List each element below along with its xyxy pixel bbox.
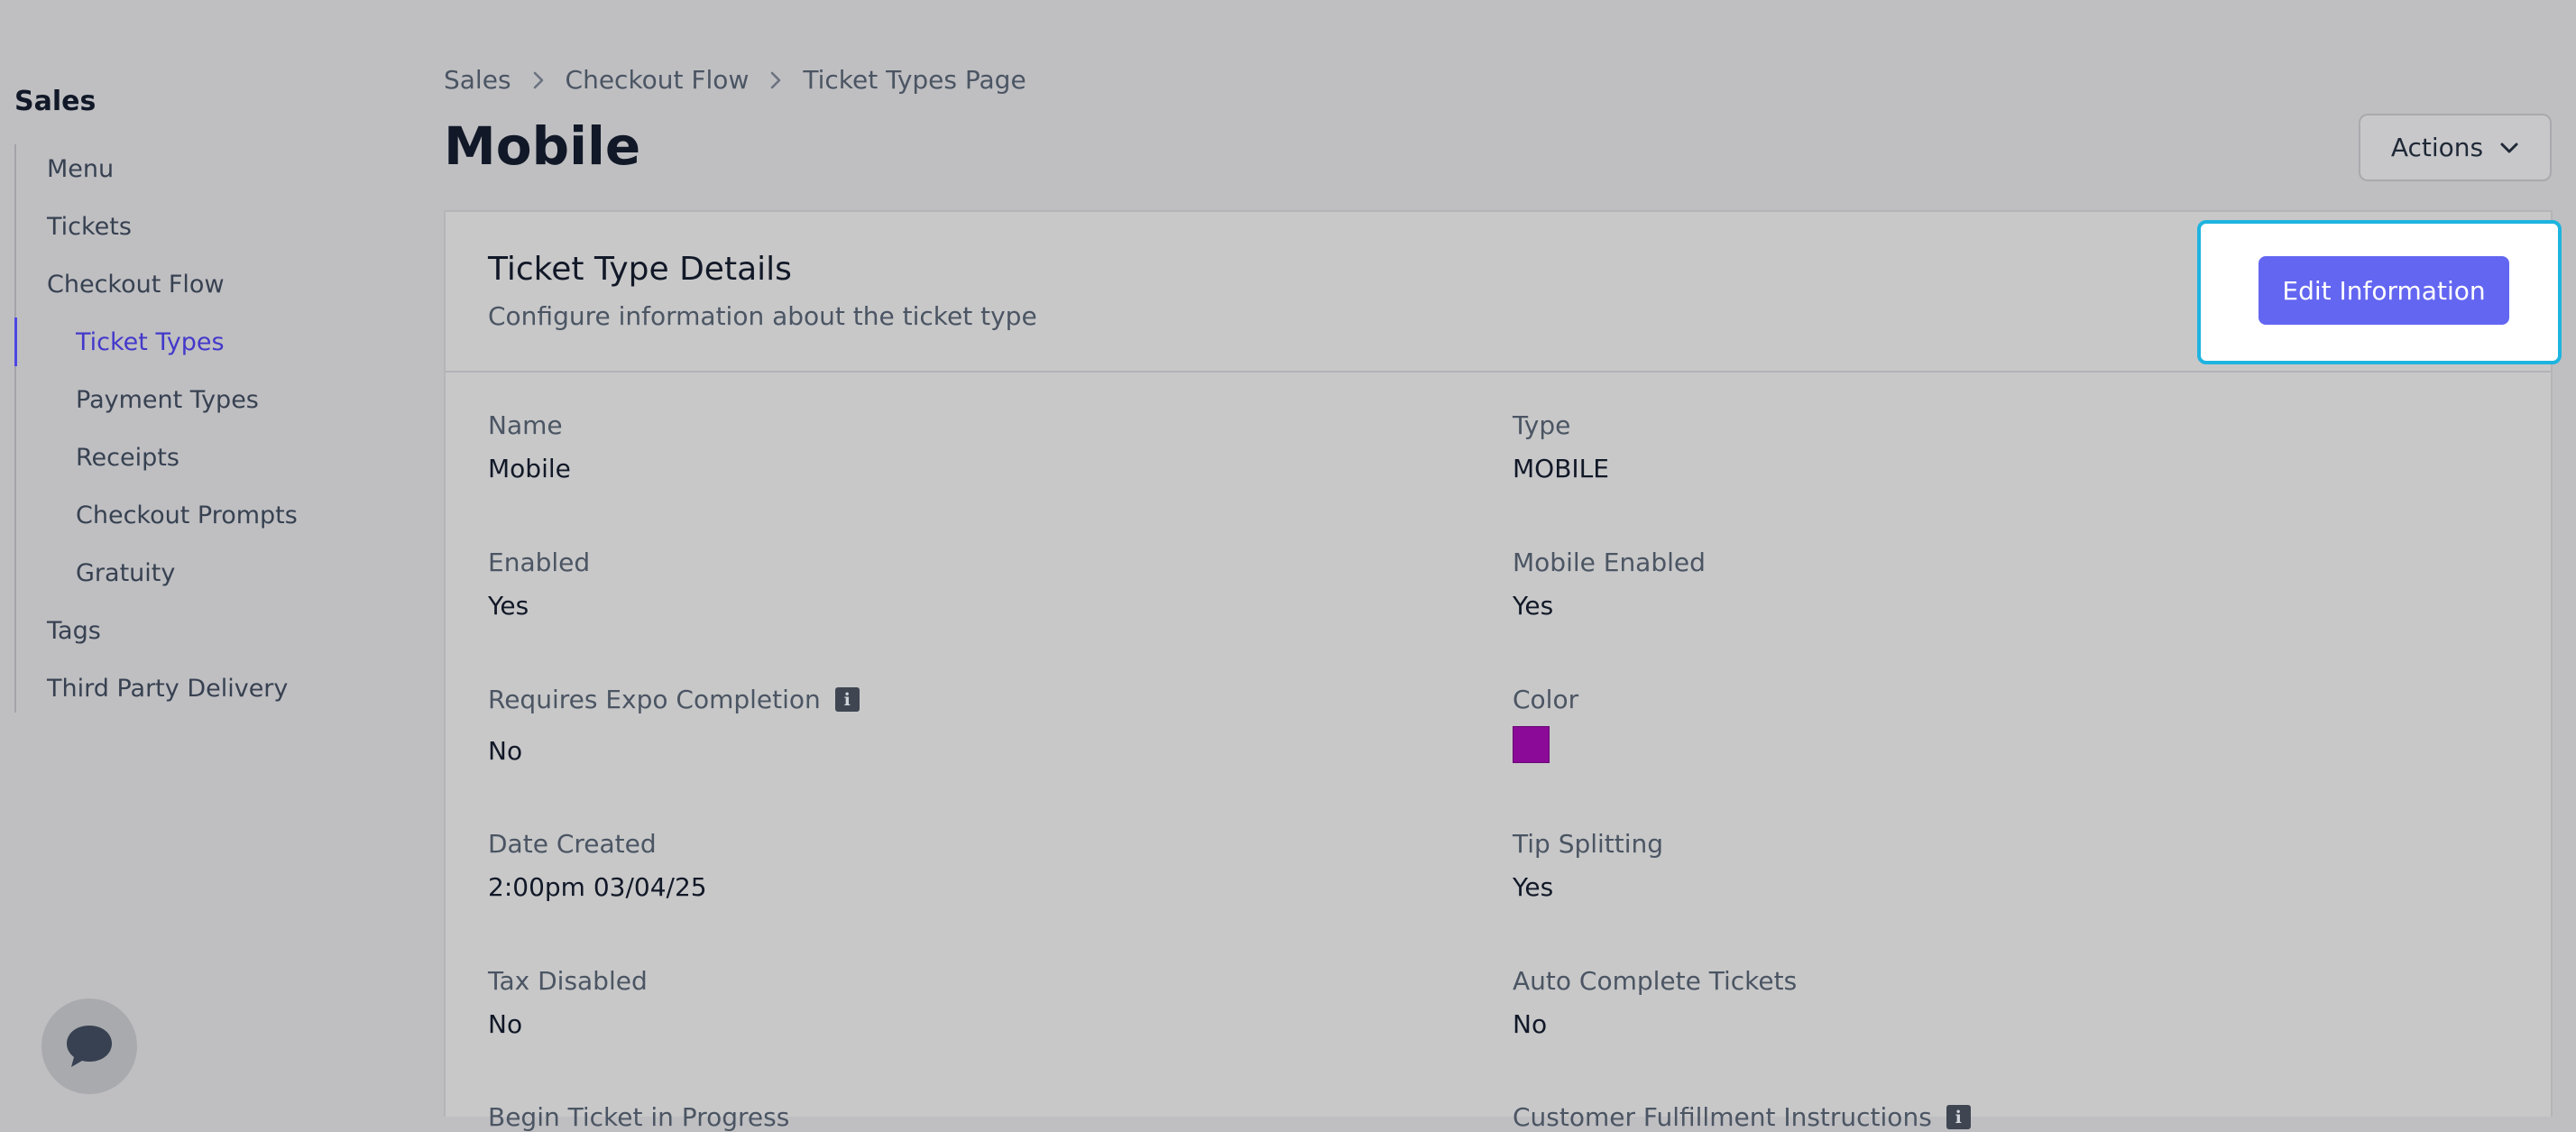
field-label-name: Name bbox=[488, 410, 563, 440]
sidebar-item-menu[interactable]: Menu bbox=[47, 155, 114, 183]
field-label-color: Color bbox=[1513, 685, 1579, 714]
page-title: Mobile bbox=[444, 115, 641, 177]
field-value-type: MOBILE bbox=[1513, 454, 1609, 483]
sidebar-item-checkout-flow[interactable]: Checkout Flow bbox=[47, 271, 225, 299]
field-label-begin-in-progress: Begin Ticket in Progress bbox=[488, 1102, 790, 1132]
breadcrumb-checkout-flow[interactable]: Checkout Flow bbox=[566, 65, 750, 95]
field-label-tip-splitting: Tip Splitting bbox=[1513, 829, 1664, 859]
color-swatch bbox=[1513, 726, 1550, 763]
field-value-enabled: Yes bbox=[488, 591, 529, 621]
sidebar-item-receipts[interactable]: Receipts bbox=[76, 444, 179, 472]
field-label-requires-expo: Requires Expo Completion i bbox=[488, 685, 860, 714]
customer-fulfillment-label-text: Customer Fulfillment Instructions bbox=[1513, 1102, 1932, 1132]
field-label-date-created: Date Created bbox=[488, 829, 657, 859]
field-value-name: Mobile bbox=[488, 454, 571, 483]
sidebar-item-tags[interactable]: Tags bbox=[47, 617, 101, 645]
sidebar-item-gratuity[interactable]: Gratuity bbox=[76, 559, 175, 587]
field-value-date-created: 2:00pm 03/04/25 bbox=[488, 872, 707, 902]
edit-information-button[interactable]: Edit Information bbox=[2259, 256, 2509, 325]
sidebar-item-tickets[interactable]: Tickets bbox=[47, 213, 132, 241]
field-value-tip-splitting: Yes bbox=[1513, 872, 1554, 902]
field-value-requires-expo: No bbox=[488, 736, 523, 766]
field-value-mobile-enabled: Yes bbox=[1513, 591, 1554, 621]
requires-expo-label-text: Requires Expo Completion bbox=[488, 685, 821, 714]
sidebar-item-third-party-delivery[interactable]: Third Party Delivery bbox=[47, 675, 288, 703]
sidebar: Sales Menu Tickets Checkout Flow Ticket … bbox=[0, 0, 424, 1117]
breadcrumb: Sales Checkout Flow Ticket Types Page bbox=[444, 65, 1026, 95]
chevron-down-icon bbox=[2500, 143, 2518, 152]
chat-bubble-icon bbox=[67, 1026, 112, 1067]
breadcrumb-ticket-types-page[interactable]: Ticket Types Page bbox=[803, 65, 1026, 95]
field-label-tax-disabled: Tax Disabled bbox=[488, 966, 648, 996]
card-title: Ticket Type Details bbox=[488, 251, 792, 288]
field-label-enabled: Enabled bbox=[488, 548, 591, 577]
field-label-customer-fulfillment: Customer Fulfillment Instructions i bbox=[1513, 1102, 1971, 1132]
sidebar-item-ticket-types[interactable]: Ticket Types bbox=[76, 328, 225, 356]
sidebar-title: Sales bbox=[14, 86, 97, 117]
actions-button[interactable]: Actions bbox=[2359, 114, 2552, 181]
field-value-tax-disabled: No bbox=[488, 1009, 523, 1039]
card-subtitle: Configure information about the ticket t… bbox=[488, 301, 1037, 331]
sidebar-nav: Menu Tickets Checkout Flow Ticket Types … bbox=[14, 144, 375, 713]
info-icon[interactable]: i bbox=[1946, 1105, 1971, 1129]
field-value-auto-complete: No bbox=[1513, 1009, 1548, 1039]
actions-label: Actions bbox=[2390, 133, 2484, 162]
chevron-right-icon bbox=[749, 70, 803, 90]
sidebar-item-payment-types[interactable]: Payment Types bbox=[76, 386, 259, 414]
chevron-right-icon bbox=[511, 70, 566, 90]
chat-button[interactable] bbox=[41, 999, 137, 1094]
field-label-type: Type bbox=[1513, 410, 1571, 440]
breadcrumb-sales[interactable]: Sales bbox=[444, 65, 511, 95]
field-label-mobile-enabled: Mobile Enabled bbox=[1513, 548, 1706, 577]
field-label-auto-complete: Auto Complete Tickets bbox=[1513, 966, 1798, 996]
active-indicator bbox=[14, 318, 17, 366]
info-icon[interactable]: i bbox=[834, 687, 860, 712]
sidebar-item-checkout-prompts[interactable]: Checkout Prompts bbox=[76, 502, 298, 529]
